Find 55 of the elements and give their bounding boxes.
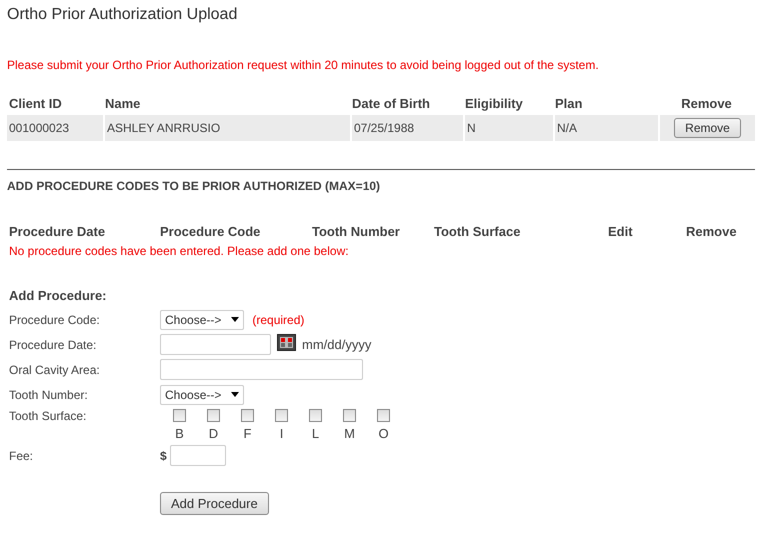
table-cell: 07/25/1988: [350, 115, 463, 141]
checkbox-label: M: [344, 426, 355, 441]
table-cell: N: [463, 115, 553, 141]
date-format-hint: mm/dd/yyyy: [302, 337, 372, 352]
table-cell: N/A: [553, 115, 658, 141]
checkbox[interactable]: [275, 409, 288, 422]
column-header: Eligibility: [464, 95, 524, 113]
required-note: (required): [252, 312, 304, 326]
column-header: Name: [104, 95, 142, 112]
column-header: Tooth Number: [311, 224, 401, 239]
table-cell: 001000023: [7, 115, 103, 141]
field-label: Tooth Surface:: [9, 409, 88, 423]
field-label: Tooth Number:: [9, 388, 89, 402]
page-title: Ortho Prior Authorization Upload: [7, 5, 238, 25]
column-header: Remove: [685, 224, 738, 239]
add-procedure-button[interactable]: Add Procedure: [160, 492, 269, 515]
field-label: Procedure Code:: [9, 312, 101, 326]
tooth-number-dropdown[interactable]: Choose-->: [160, 384, 244, 404]
fee-field[interactable]: [170, 445, 226, 466]
date-field[interactable]: [160, 334, 271, 355]
checkbox[interactable]: [173, 409, 186, 422]
field-label: Fee:: [9, 448, 34, 462]
calendar-icon[interactable]: [277, 334, 296, 351]
section-heading: ADD PROCEDURE CODES TO BE PRIOR AUTHORIZED (MAX=10): [7, 179, 382, 193]
column-header: Procedure Date: [8, 224, 106, 239]
caret-icon: [231, 392, 240, 397]
checkbox[interactable]: [241, 409, 254, 422]
form-heading: Add Procedure:: [8, 288, 108, 303]
checkbox[interactable]: [207, 409, 220, 422]
oral-cavity-area-field[interactable]: [160, 359, 363, 380]
column-header: Plan: [554, 95, 584, 112]
checkbox[interactable]: [377, 409, 390, 422]
checkbox-label: I: [280, 426, 284, 441]
column-header: Tooth Surface: [433, 224, 522, 239]
field-label: Oral Cavity Area:: [9, 362, 101, 376]
caret-icon: [231, 317, 240, 322]
checkbox-label: B: [175, 426, 184, 441]
field-label: Procedure Date:: [9, 338, 98, 352]
procedure-code-dropdown[interactable]: Choose-->: [160, 310, 244, 330]
column-header: Date of Birth: [351, 95, 431, 112]
timeout-warning: Please submit your Ortho Prior Authorization request within 20 minutes to avoid being logged out of the system.: [7, 58, 600, 72]
checkbox-label: O: [378, 426, 389, 441]
checkbox-label: D: [208, 426, 218, 441]
column-header: Remove: [680, 95, 733, 112]
column-header: Client ID: [8, 95, 63, 112]
currency-symbol: $: [160, 448, 167, 462]
empty-message: No procedure codes have been entered. Please add one below:: [8, 244, 350, 258]
remove-button[interactable]: Remove: [674, 118, 741, 138]
checkbox-label: F: [244, 426, 252, 441]
table-cell: ASHLEY ANRRUSIO: [103, 115, 350, 141]
checkbox-label: L: [312, 426, 320, 441]
checkbox[interactable]: [343, 409, 356, 422]
checkbox[interactable]: [309, 409, 322, 422]
column-header: Procedure Code: [159, 224, 262, 239]
column-header: Edit: [607, 224, 634, 239]
